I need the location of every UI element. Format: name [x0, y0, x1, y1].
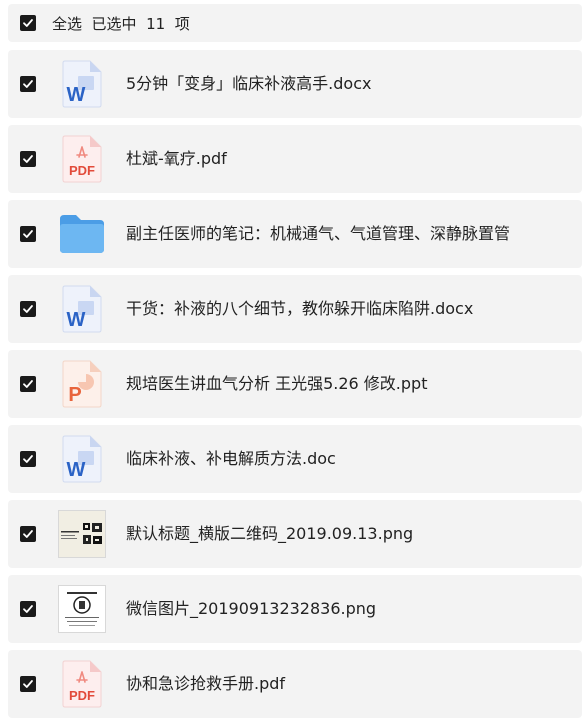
file-checkbox[interactable] [20, 301, 36, 317]
select-all-checkbox[interactable] [20, 15, 36, 31]
file-checkbox[interactable] [20, 151, 36, 167]
image-thumbnail [56, 508, 108, 560]
checkmark-icon [23, 605, 33, 613]
svg-text:PDF: PDF [69, 688, 95, 703]
checkmark-icon [23, 80, 33, 88]
pdf-icon: PDF [56, 658, 108, 710]
file-checkbox[interactable] [20, 451, 36, 467]
file-name: 规培医生讲血气分析 王光强5.26 修改.ppt [126, 374, 428, 393]
file-checkbox[interactable] [20, 601, 36, 617]
file-row[interactable]: W 5分钟「变身」临床补液高手.docx [8, 50, 582, 118]
checkmark-icon [23, 455, 33, 463]
checkmark-icon [23, 530, 33, 538]
pdf-icon: PDF [56, 133, 108, 185]
svg-text:W: W [67, 84, 86, 106]
file-name: 5分钟「变身」临床补液高手.docx [126, 74, 372, 93]
powerpoint-icon: P [56, 358, 108, 410]
checkmark-icon [23, 230, 33, 238]
checkmark-icon [23, 19, 33, 27]
checkmark-icon [23, 380, 33, 388]
select-all-label: 全选 已选中 11 项 [52, 14, 190, 33]
file-row[interactable]: W 干货：补液的八个细节，教你躲开临床陷阱.docx [8, 275, 582, 343]
svg-text:PDF: PDF [69, 163, 95, 178]
file-name: 协和急诊抢救手册.pdf [126, 674, 286, 693]
file-checkbox[interactable] [20, 676, 36, 692]
file-name: 临床补液、补电解质方法.doc [126, 449, 336, 468]
file-name: 杜斌-氧疗.pdf [126, 149, 227, 168]
file-row[interactable]: PDF 协和急诊抢救手册.pdf [8, 650, 582, 718]
file-name: 干货：补液的八个细节，教你躲开临床陷阱.docx [126, 299, 474, 318]
svg-text:P: P [68, 384, 81, 406]
checkmark-icon [23, 680, 33, 688]
file-checkbox[interactable] [20, 226, 36, 242]
file-checkbox[interactable] [20, 376, 36, 392]
file-row[interactable]: 副主任医师的笔记：机械通气、气道管理、深静脉置管 [8, 200, 582, 268]
file-checkbox[interactable] [20, 526, 36, 542]
word-doc-icon: W [56, 58, 108, 110]
file-name: 微信图片_20190913232836.png [126, 599, 377, 618]
svg-text:W: W [67, 309, 86, 331]
file-name: 副主任医师的笔记：机械通气、气道管理、深静脉置管 [126, 224, 511, 243]
file-row[interactable]: 默认标题_横版二维码_2019.09.13.png [8, 500, 582, 568]
folder-icon [56, 208, 108, 260]
file-row[interactable]: P 规培医生讲血气分析 王光强5.26 修改.ppt [8, 350, 582, 418]
svg-text:W: W [67, 459, 86, 481]
file-row[interactable]: 微信图片_20190913232836.png [8, 575, 582, 643]
file-row[interactable]: PDF 杜斌-氧疗.pdf [8, 125, 582, 193]
file-row[interactable]: W 临床补液、补电解质方法.doc [8, 425, 582, 493]
word-doc-icon: W [56, 433, 108, 485]
image-thumbnail [56, 583, 108, 635]
checkmark-icon [23, 305, 33, 313]
word-doc-icon: W [56, 283, 108, 335]
file-checkbox[interactable] [20, 76, 36, 92]
file-name: 默认标题_横版二维码_2019.09.13.png [126, 524, 414, 543]
checkmark-icon [23, 155, 33, 163]
select-all-bar[interactable]: 全选 已选中 11 项 [8, 4, 582, 42]
